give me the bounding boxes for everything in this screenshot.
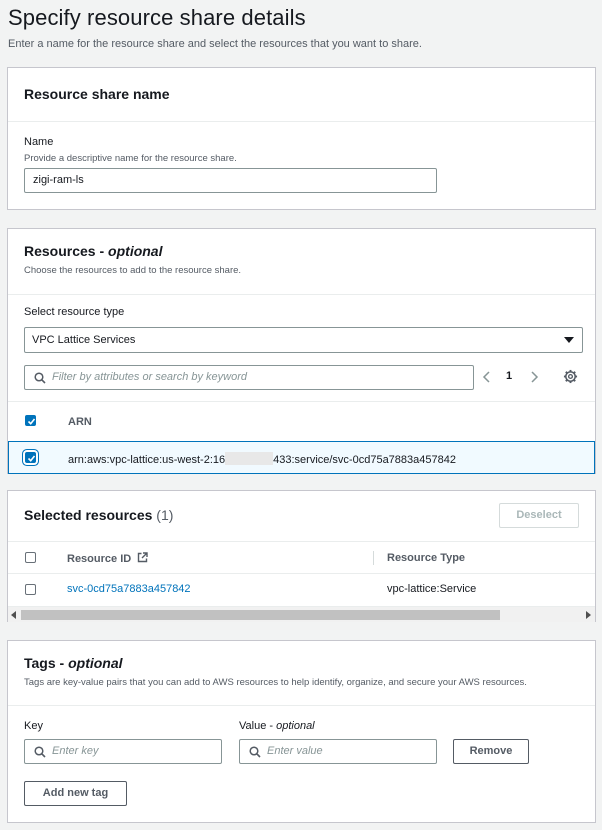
panel-heading: Resources - optional (24, 243, 162, 259)
redacted-block (225, 452, 274, 465)
name-description: Provide a descriptive name for the resou… (24, 153, 237, 164)
row-checkbox[interactable] (25, 452, 36, 463)
resource-type-column-header: Resource Type (387, 552, 466, 564)
chevron-right-icon[interactable] (529, 370, 539, 384)
arn-prefix: arn:aws:vpc-lattice:us-west-2:16 (68, 454, 226, 466)
add-new-tag-button[interactable]: Add new tag (24, 781, 127, 806)
divider (8, 573, 595, 574)
search-icon (34, 372, 46, 384)
resource-type-select[interactable]: VPC Lattice Services (24, 327, 583, 353)
filter-input[interactable]: Filter by attributes or search by keywor… (24, 365, 474, 390)
resource-id-header-text: Resource ID (67, 553, 132, 565)
divider (8, 705, 595, 706)
panel-heading: Selected resources (1) (24, 507, 173, 523)
optional-text: optional (68, 655, 123, 671)
arn-cell: arn:aws:vpc-lattice:us-west-2:16 433:serv… (68, 452, 456, 466)
panel-heading: Resource share name (24, 86, 170, 102)
page-subtitle: Enter a name for the resource share and … (8, 38, 422, 50)
selected-heading-text: Selected resources (24, 507, 153, 523)
arn-column-header: ARN (68, 416, 92, 428)
chevron-down-icon (564, 337, 574, 343)
resource-type-value: VPC Lattice Services (32, 334, 136, 346)
divider (8, 121, 595, 122)
scroll-left-icon[interactable] (10, 611, 17, 619)
external-link-icon (138, 552, 148, 563)
key-placeholder: Enter key (52, 745, 99, 757)
tags-heading-text: Tags (24, 655, 56, 671)
horizontal-scrollbar[interactable] (8, 606, 595, 622)
search-icon (34, 746, 46, 758)
arn-suffix: 433:service/svc-0cd75a7883a457842 (273, 454, 456, 466)
resource-id-link[interactable]: svc-0cd75a7883a457842 (67, 583, 191, 595)
column-separator (373, 551, 374, 565)
scrollbar-thumb[interactable] (21, 610, 500, 620)
search-icon (249, 746, 261, 758)
resource-id-column-header[interactable]: Resource ID (67, 552, 148, 565)
selected-resources-panel: Selected resources (1) Deselect Resource… (7, 490, 596, 622)
chevron-left-icon[interactable] (482, 370, 492, 384)
resources-panel: Resources - optional Choose the resource… (7, 228, 596, 474)
page-title: Specify resource share details (8, 5, 306, 30)
value-placeholder: Enter value (267, 745, 323, 757)
key-label: Key (24, 720, 43, 732)
value-label-text: Value - (239, 720, 277, 732)
selected-count: (1) (156, 507, 174, 523)
tag-value-input[interactable]: Enter value (239, 739, 437, 764)
row-checkbox[interactable] (25, 584, 36, 595)
divider (8, 541, 595, 542)
tags-description: Tags are key-value pairs that you can ad… (24, 677, 527, 688)
name-label: Name (24, 136, 54, 148)
scroll-right-icon[interactable] (585, 611, 592, 619)
remove-tag-button[interactable]: Remove (453, 739, 529, 764)
heading-dash: - (95, 243, 109, 259)
divider (8, 294, 595, 295)
heading-dash: - (55, 655, 69, 671)
resources-heading-text: Resources (24, 243, 96, 259)
optional-text: optional (276, 720, 315, 732)
gear-icon[interactable] (563, 369, 578, 384)
filter-placeholder: Filter by attributes or search by keywor… (52, 371, 248, 383)
tags-panel: Tags - optional Tags are key-value pairs… (7, 640, 596, 823)
table-row[interactable]: arn:aws:vpc-lattice:us-west-2:16 433:serv… (8, 441, 595, 474)
tag-key-input[interactable]: Enter key (24, 739, 222, 764)
select-all-checkbox[interactable] (25, 415, 36, 426)
resource-type-label: Select resource type (24, 306, 125, 318)
name-input-value: zigi-ram-ls (33, 174, 84, 186)
resource-share-name-panel: Resource share name Name Provide a descr… (7, 67, 596, 210)
resource-type-cell: vpc-lattice:Service (387, 583, 477, 595)
page-number[interactable]: 1 (506, 370, 512, 382)
optional-text: optional (108, 243, 163, 259)
select-all-checkbox[interactable] (25, 552, 36, 563)
panel-heading: Tags - optional (24, 655, 123, 671)
deselect-button[interactable]: Deselect (499, 503, 579, 528)
value-label: Value - optional (239, 720, 315, 732)
name-input[interactable]: zigi-ram-ls (24, 168, 437, 193)
divider (8, 401, 595, 402)
resources-description: Choose the resources to add to the resou… (24, 265, 242, 276)
